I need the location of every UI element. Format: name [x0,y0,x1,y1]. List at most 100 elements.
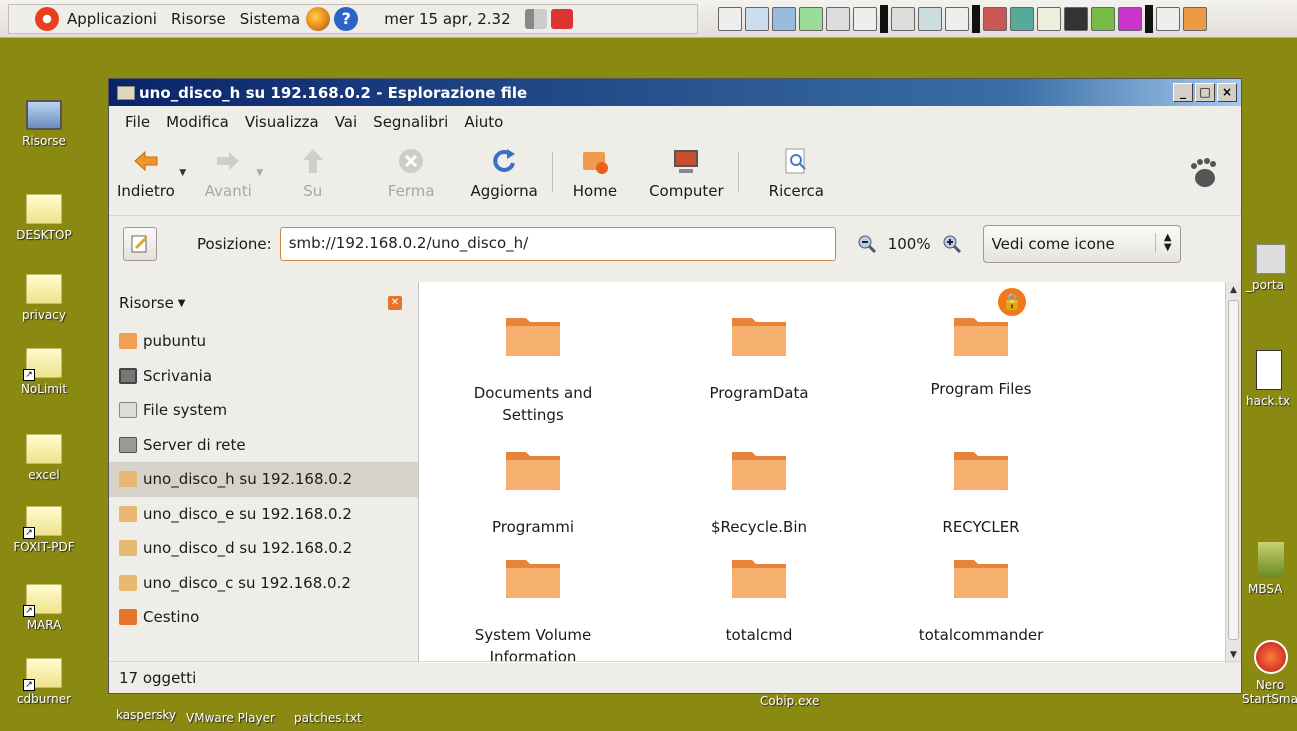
help-icon[interactable]: ? [334,7,359,31]
network-status-icon[interactable] [550,9,573,29]
desktop-icon-cdburner[interactable]: ↗ cdburner [0,658,88,706]
forward-history-dropdown[interactable]: ▼ [252,168,268,178]
place-uno-disco-c[interactable]: uno_disco_c su 192.168.0.2 [109,566,418,601]
panel-menu-area: Applicazioni Risorse Sistema ? mer 15 ap… [8,4,698,34]
menu-risorse[interactable]: Risorse [171,10,226,28]
calc-icon[interactable] [799,7,823,31]
ubuntu-logo-icon[interactable] [35,7,59,31]
desktop-label-vmware[interactable]: VMware Player [186,711,275,725]
launcher-2-icon[interactable] [745,7,769,31]
menu-file[interactable]: File [125,113,150,131]
launcher-11-icon[interactable] [1010,7,1034,31]
search-button[interactable]: Ricerca [769,146,824,200]
clock[interactable]: mer 15 apr, 2.32 [384,10,510,28]
forward-arrow-icon [217,152,240,170]
back-history-dropdown[interactable]: ▼ [175,168,191,178]
computer-button[interactable]: Computer [649,146,724,200]
back-label: Indietro [117,182,175,200]
desktop-icon-porta[interactable]: _porta [1238,244,1297,292]
vertical-scrollbar[interactable]: ▲ ▼ [1225,282,1241,663]
launcher-14-icon[interactable] [1091,7,1115,31]
desktop-icon-risorse[interactable]: Risorse [0,100,88,148]
place-uno-disco-d[interactable]: uno_disco_d su 192.168.0.2 [109,531,418,566]
back-button[interactable]: Indietro [117,146,175,200]
folder-programdata[interactable]: ProgramData [649,312,869,404]
scroll-up-icon[interactable]: ▲ [1226,282,1241,298]
zoom-out-icon[interactable] [856,233,878,255]
folder-system-volume-information[interactable]: System Volume Information [423,554,643,668]
writer-icon[interactable] [772,7,796,31]
desktop-icon-nolimit[interactable]: ↗ NoLimit [0,348,88,396]
draw-icon[interactable] [826,7,850,31]
folder-recycle-bin[interactable]: $Recycle.Bin [649,446,869,538]
up-button[interactable]: Su [298,146,328,200]
side-pane-header[interactable]: Risorse ▼ [109,282,418,324]
folder-program-files[interactable]: 🔒 Program Files [871,286,1091,400]
terminal-icon[interactable] [1064,7,1088,31]
menu-sistema[interactable]: Sistema [240,10,300,28]
menu-segnalibri[interactable]: Segnalibri [373,113,448,131]
zoom-in-icon[interactable] [941,233,963,255]
stop-icon [399,149,424,173]
folder-totalcommander[interactable]: totalcommander [871,554,1091,646]
launcher-17-icon[interactable] [1183,7,1207,31]
desktop-icon-mara[interactable]: ↗ MARA [0,584,88,632]
folder-programmi[interactable]: Programmi [423,446,643,538]
maximize-button[interactable]: □ [1195,83,1215,102]
place-cestino[interactable]: Cestino [109,600,418,635]
folder-icon [506,452,560,490]
menu-visualizza[interactable]: Visualizza [245,113,319,131]
launcher-8-icon[interactable] [918,7,942,31]
reload-button[interactable]: Aggiorna [471,146,538,200]
launcher-10-icon[interactable] [983,7,1007,31]
forward-button[interactable]: Avanti [205,146,252,200]
launcher-9-icon[interactable] [945,7,969,31]
menu-modifica[interactable]: Modifica [166,113,229,131]
menu-applicazioni[interactable]: Applicazioni [67,10,157,28]
desktop-icon-excel[interactable]: excel [0,434,88,482]
volume-icon[interactable] [524,9,547,29]
home-button[interactable]: Home [573,146,617,200]
file-manager-window: uno_disco_h su 192.168.0.2 - Esplorazion… [108,78,1242,694]
place-uno-disco-h[interactable]: uno_disco_h su 192.168.0.2 [109,462,418,497]
view-mode-select[interactable]: Vedi come icone ▲ ▼ [982,224,1181,263]
desktop-icon-nero[interactable]: Nero StartSma [1238,640,1297,706]
place-scrivania[interactable]: Scrivania [109,359,418,394]
folder-documents-and-settings[interactable]: Documents and Settings [423,312,643,426]
desktop-icon-hack-txt[interactable]: hack.tx [1238,350,1297,408]
launcher-12-icon[interactable] [1037,7,1061,31]
network-share-icon [119,574,137,591]
folder-totalcmd[interactable]: totalcmd [649,554,869,646]
window-titlebar[interactable]: uno_disco_h su 192.168.0.2 - Esplorazion… [109,79,1241,106]
firefox-icon[interactable] [306,7,331,31]
launcher-1-icon[interactable] [718,7,742,31]
desktop-icon-label: cdburner [16,692,72,706]
scroll-thumb[interactable] [1228,300,1239,640]
toggle-location-button[interactable] [123,226,157,261]
desktop-label-cobip[interactable]: Cobip.exe [760,694,819,708]
desktop-icon-foxit-pdf[interactable]: ↗ FOXIT-PDF [0,506,88,554]
desktop-icon-privacy[interactable]: privacy [0,274,88,322]
location-input[interactable]: smb://192.168.0.2/uno_disco_h/ [279,226,836,261]
side-pane-close-icon[interactable]: ✕ [388,296,402,310]
desktop-label-kaspersky[interactable]: kaspersky [116,708,176,722]
menu-aiuto[interactable]: Aiuto [464,113,503,131]
minimize-button[interactable]: _ [1173,83,1193,102]
stop-button[interactable]: Ferma [388,146,435,200]
place-file-system[interactable]: File system [109,393,418,428]
close-button[interactable]: × [1217,83,1237,102]
launcher-7-icon[interactable] [891,7,915,31]
zoom-level[interactable]: 100% [888,235,931,253]
launcher-6-icon[interactable] [853,7,877,31]
menu-vai[interactable]: Vai [335,113,357,131]
desktop-icon-mbsa[interactable]: MBSA [1238,542,1297,596]
launcher-15-icon[interactable] [1118,7,1142,31]
launcher-16-icon[interactable] [1156,7,1180,31]
desktop-label-patches[interactable]: patches.txt [294,711,362,725]
place-pubuntu[interactable]: pubuntu [109,324,418,359]
icon-view[interactable]: Documents and Settings ProgramData 🔒 Pro… [419,282,1241,666]
place-uno-disco-e[interactable]: uno_disco_e su 192.168.0.2 [109,497,418,532]
folder-recycler[interactable]: RECYCLER [871,446,1091,538]
desktop-icon-desktop[interactable]: DESKTOP [0,194,88,242]
place-server-di-rete[interactable]: Server di rete [109,428,418,463]
